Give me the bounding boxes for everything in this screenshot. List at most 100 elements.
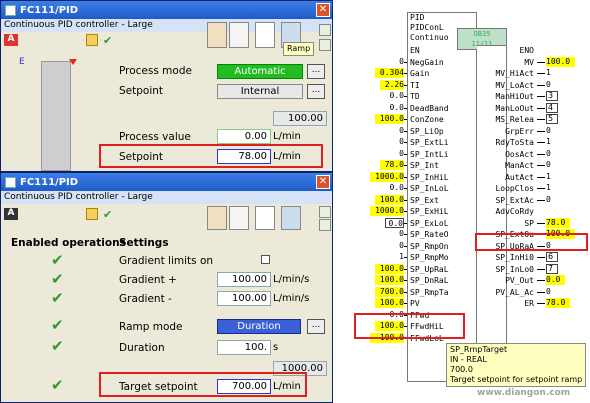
trend-icon[interactable] [255, 22, 275, 48]
ramp-mode-button[interactable]: Duration [217, 319, 301, 334]
fb-input-value[interactable]: 2.26 [380, 80, 404, 90]
fb-output-value[interactable]: 100.0 [546, 57, 575, 67]
nav-up-icon[interactable] [319, 206, 331, 218]
fb-input-value[interactable]: 0.0 [385, 91, 404, 101]
fb-input-value[interactable]: 0.0 [385, 218, 404, 228]
fb-input-value[interactable]: 0 [395, 229, 404, 239]
ramp-mode-more-button[interactable]: ... [307, 319, 325, 334]
fb-input-wire [404, 108, 407, 109]
fb-input-value[interactable]: 0.304 [375, 68, 404, 78]
fb-input-value[interactable]: 0.0 [385, 183, 404, 193]
fb-input-value[interactable]: 1000.0 [370, 206, 404, 216]
fb-instance-ob: OB35 [473, 30, 491, 38]
gradient-plus-field[interactable]: 100.00 [217, 272, 271, 287]
fb-output-value[interactable]: 0 [546, 287, 555, 297]
fb-header-line: PIDConL [410, 23, 444, 32]
nav-back-icon[interactable] [319, 219, 331, 231]
lock-icon[interactable] [86, 208, 98, 220]
check-icon[interactable]: ✔ [103, 34, 115, 47]
fb-output-value[interactable]: 1 [546, 137, 555, 147]
setpoint-source-button[interactable]: Internal [217, 84, 303, 99]
fb-input-wire [404, 280, 407, 281]
fb-input-pin: TI [410, 81, 420, 90]
fb-input-value[interactable]: 100.0 [375, 114, 404, 124]
check-icon[interactable]: ✔ [103, 208, 115, 221]
fb-input-value[interactable]: 100.0 [375, 264, 404, 274]
nav-up-icon[interactable] [319, 24, 331, 36]
fb-input-wire [404, 200, 407, 201]
auto-icon[interactable]: A [4, 34, 18, 46]
fb-input-wire [404, 223, 407, 224]
fb-output-wire [537, 303, 545, 304]
fb-output-value[interactable]: 0.0 [546, 275, 565, 285]
home-icon[interactable] [207, 22, 227, 48]
fb-input-value[interactable]: 0 [395, 137, 404, 147]
fb-output-wire [537, 292, 545, 293]
fb-output-value[interactable]: 1 [546, 172, 555, 182]
setpoint-source-more-button[interactable]: ... [307, 84, 325, 99]
fb-input-wire [404, 62, 407, 63]
fb-input-value[interactable]: 100.0 [375, 298, 404, 308]
pin-tooltip: SP_RmpTarget IN - REAL 700.0 Target setp… [446, 343, 587, 387]
ramp-icon[interactable] [281, 206, 301, 230]
fb-output-value[interactable]: 5 [546, 114, 558, 124]
fb-input-value[interactable]: 78.0 [380, 160, 404, 170]
fb-input-pin: SP_DnRaL [410, 276, 449, 285]
fb-output-value[interactable]: 3 [546, 91, 558, 101]
fb-input-value[interactable]: 0 [395, 126, 404, 136]
fb-input-value[interactable]: 100.0 [375, 195, 404, 205]
fb-output-value[interactable]: 0 [546, 126, 555, 136]
fb-output-value[interactable]: 1 [546, 68, 555, 78]
notes-icon[interactable] [229, 22, 249, 48]
duration-field[interactable]: 100. [217, 340, 271, 355]
fb-output-value[interactable]: 0 [546, 80, 555, 90]
nav-back-icon[interactable] [319, 39, 331, 51]
fb-input-value[interactable]: 100.0 [375, 275, 404, 285]
fb-input-value[interactable]: 0.0 [385, 103, 404, 113]
fb-header-line: Continuo [410, 33, 449, 42]
fb-input-pin: ConZone [410, 115, 444, 124]
close-icon[interactable]: ✕ [316, 175, 330, 189]
gradient-minus-field[interactable]: 100.00 [217, 291, 271, 306]
range-value: 100.00 [273, 111, 327, 126]
fb-output-value[interactable]: 78.0 [546, 218, 570, 228]
fb-input-value[interactable]: 700.0 [375, 287, 404, 297]
gradient-limits-checkbox[interactable] [261, 255, 270, 264]
fb-input-value[interactable]: 0 [395, 241, 404, 251]
fb-input-value[interactable]: 0 [395, 149, 404, 159]
window-subtitle: Continuous PID controller - Large [1, 191, 332, 204]
window-title: FC111/PID [20, 176, 79, 188]
window-icon [5, 176, 16, 188]
auto-icon[interactable]: A [4, 208, 18, 220]
tooltip-line: Target setpoint for setpoint ramp [450, 375, 583, 384]
process-value-label: Process value [119, 131, 191, 143]
fb-input-value[interactable]: 1 [395, 252, 404, 262]
home-icon[interactable] [207, 206, 227, 230]
mode-more-button[interactable]: ... [307, 64, 325, 79]
fb-output-value[interactable]: 4 [546, 103, 558, 113]
fb-output-value[interactable]: 1 [546, 183, 555, 193]
setting-unit: s [273, 342, 279, 353]
fb-output-wire [537, 280, 545, 281]
watermark: www.diangon.com [477, 388, 571, 398]
trend-icon[interactable] [255, 206, 275, 230]
fb-input-value[interactable]: 0 [395, 57, 404, 67]
highlight-box [99, 372, 307, 397]
fb-output-value[interactable]: 0 [546, 195, 555, 205]
fb-output-value[interactable]: 6 [546, 252, 558, 262]
tooltip-line: IN - REAL [450, 355, 487, 364]
fb-output-value[interactable]: 0 [546, 160, 555, 170]
fb-input-value[interactable]: 1000.0 [370, 172, 404, 182]
notes-icon[interactable] [229, 206, 249, 230]
close-icon[interactable]: ✕ [316, 3, 330, 17]
fb-input-wire [404, 234, 407, 235]
mode-button[interactable]: Automatic [217, 64, 303, 79]
fb-output-wire [537, 142, 545, 143]
fb-output-value[interactable]: 7 [546, 264, 558, 274]
fb-output-value[interactable]: 78.0 [546, 298, 570, 308]
enabled-operations-header: Enabled operations [11, 237, 126, 249]
fb-output-pin: AdvCoRdy [495, 207, 534, 216]
fb-output-value[interactable]: 0 [546, 149, 555, 159]
fb-output-wire [537, 131, 545, 132]
lock-icon[interactable] [86, 34, 98, 46]
